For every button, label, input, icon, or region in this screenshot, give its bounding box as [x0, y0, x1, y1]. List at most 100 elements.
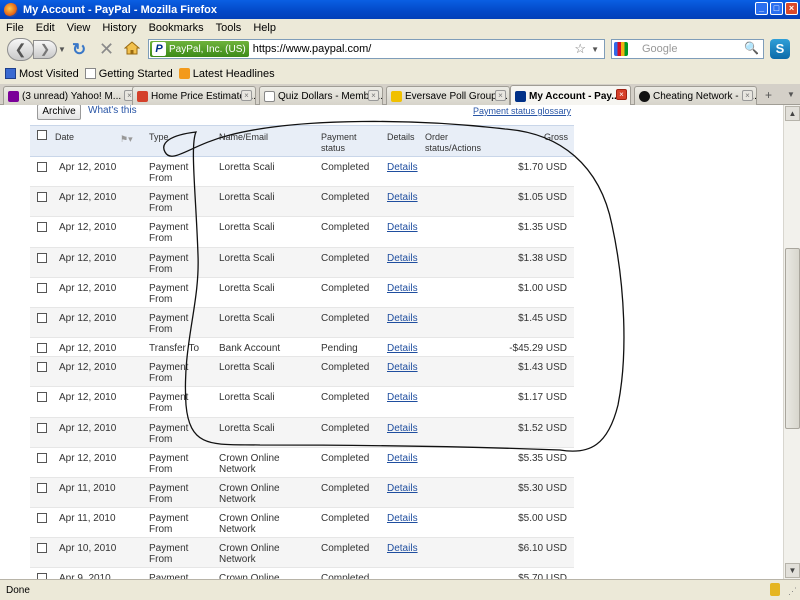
- tab-home-price[interactable]: Home Price Estimate ... ×: [132, 86, 256, 105]
- tab-close-icon[interactable]: ×: [241, 90, 252, 101]
- row-checkbox[interactable]: [37, 543, 47, 554]
- maximize-button[interactable]: □: [770, 2, 783, 15]
- table-row: Apr 12, 2010 Payment From Loretta Scali Comp…: [30, 387, 574, 418]
- cell-name-line2: Network: [219, 493, 256, 505]
- scrollbar-thumb[interactable]: [785, 248, 800, 429]
- back-button[interactable]: ❮: [7, 38, 34, 61]
- flag-icon[interactable]: ⚑▾: [120, 134, 133, 145]
- menu-edit[interactable]: Edit: [36, 22, 55, 34]
- tab-close-icon[interactable]: ×: [368, 90, 379, 101]
- details-link[interactable]: Details: [387, 162, 418, 173]
- menu-history[interactable]: History: [102, 22, 136, 34]
- bookmark-getting-started[interactable]: Getting Started: [84, 68, 173, 80]
- cell-status: Pending: [321, 343, 358, 355]
- row-checkbox[interactable]: [37, 482, 47, 493]
- cell-name-line1: Loretta Scali: [219, 392, 275, 404]
- column-details[interactable]: Details: [387, 132, 415, 143]
- cell-type: Payment From: [149, 362, 188, 384]
- details-link[interactable]: Details: [387, 343, 418, 354]
- tab-close-icon[interactable]: ×: [495, 90, 506, 101]
- details-link[interactable]: Details: [387, 362, 418, 373]
- row-checkbox[interactable]: [37, 392, 47, 403]
- column-gross[interactable]: Gross: [544, 132, 568, 143]
- column-name-email[interactable]: Name/Email: [219, 132, 268, 143]
- tab-close-icon[interactable]: ×: [742, 90, 753, 101]
- row-checkbox[interactable]: [37, 362, 47, 373]
- new-tab-icon[interactable]: +: [765, 88, 772, 102]
- row-checkbox[interactable]: [37, 222, 47, 233]
- table-row: Apr 12, 2010 Payment From Loretta Scali Comp…: [30, 417, 574, 448]
- payment-status-glossary-link[interactable]: Payment status glossary: [473, 106, 571, 116]
- details-link[interactable]: Details: [387, 543, 418, 554]
- site-identity-label: PayPal, Inc. (US): [169, 43, 246, 55]
- details-link[interactable]: Details: [387, 253, 418, 264]
- column-date[interactable]: Date: [55, 132, 74, 143]
- scroll-down-arrow-icon[interactable]: ▼: [785, 563, 800, 578]
- home-icon[interactable]: [124, 41, 140, 55]
- menu-bookmarks[interactable]: Bookmarks: [149, 22, 204, 34]
- row-checkbox[interactable]: [37, 282, 47, 293]
- tab-list-dropdown-icon[interactable]: ▼: [787, 90, 795, 99]
- select-all-checkbox[interactable]: [37, 130, 47, 140]
- address-bar[interactable]: P PayPal, Inc. (US) https://www.paypal.c…: [148, 39, 605, 59]
- stop-icon[interactable]: ✕: [99, 39, 114, 60]
- cell-type-line2: From: [149, 524, 173, 536]
- padlock-icon[interactable]: [770, 583, 780, 596]
- vertical-scrollbar[interactable]: ▲ ▼: [783, 105, 800, 579]
- forward-button[interactable]: ❯: [33, 40, 57, 59]
- details-link[interactable]: Details: [387, 283, 418, 294]
- bookmark-latest-headlines[interactable]: Latest Headlines: [178, 68, 275, 80]
- row-checkbox[interactable]: [37, 192, 47, 203]
- row-checkbox[interactable]: [37, 252, 47, 263]
- details-link[interactable]: Details: [387, 392, 418, 403]
- details-link[interactable]: Details: [387, 313, 418, 324]
- google-engine-icon[interactable]: [614, 42, 628, 56]
- bookmark-star-icon[interactable]: ☆: [574, 41, 586, 57]
- menu-file[interactable]: File: [6, 22, 24, 34]
- details-link[interactable]: Details: [387, 423, 418, 434]
- tab-close-icon[interactable]: ×: [616, 89, 627, 100]
- site-favicon-icon: [639, 90, 650, 102]
- row-checkbox[interactable]: [37, 422, 47, 433]
- tab-eversave[interactable]: Eversave Poll Group ... ×: [386, 86, 510, 105]
- row-checkbox[interactable]: [37, 513, 47, 524]
- column-type[interactable]: Type: [149, 132, 169, 143]
- close-window-button[interactable]: ×: [785, 2, 798, 15]
- site-identity-button[interactable]: P PayPal, Inc. (US): [150, 41, 249, 57]
- column-payment-status[interactable]: Payment status: [321, 132, 357, 154]
- details-link[interactable]: Details: [387, 513, 418, 524]
- details-link[interactable]: Details: [387, 192, 418, 203]
- minimize-button[interactable]: _: [755, 2, 768, 15]
- paypal-favicon-icon: P: [152, 42, 166, 56]
- addon-s-icon[interactable]: S: [770, 39, 790, 59]
- archive-button[interactable]: Archive: [37, 105, 81, 120]
- menu-help[interactable]: Help: [253, 22, 276, 34]
- menu-view[interactable]: View: [67, 22, 91, 34]
- search-icon[interactable]: 🔍: [744, 41, 759, 55]
- resize-grip-icon[interactable]: ⋰: [788, 586, 797, 597]
- row-checkbox[interactable]: [37, 452, 47, 463]
- menu-tools[interactable]: Tools: [216, 22, 242, 34]
- url-text[interactable]: https://www.paypal.com/: [253, 43, 372, 55]
- row-checkbox[interactable]: [37, 162, 47, 172]
- column-order-status[interactable]: Order status/Actions: [425, 132, 481, 154]
- tab-my-account-paypal[interactable]: My Account - Pay... ×: [510, 85, 631, 106]
- yahoo-favicon-icon: [8, 90, 19, 102]
- tab-quiz-dollars[interactable]: Quiz Dollars - Membe... ×: [259, 86, 383, 105]
- cell-gross: $1.52 USD: [518, 422, 567, 434]
- url-dropdown-icon[interactable]: ▼: [591, 45, 599, 54]
- tab-cheating-network[interactable]: Cheating Network - R... ×: [634, 86, 757, 105]
- bookmark-most-visited[interactable]: Most Visited: [5, 68, 79, 80]
- details-link[interactable]: Details: [387, 483, 418, 494]
- details-link[interactable]: Details: [387, 453, 418, 464]
- search-box[interactable]: Google 🔍: [611, 39, 764, 59]
- tab-yahoo-mail[interactable]: (3 unread) Yahoo! M... ×: [3, 86, 139, 105]
- row-checkbox[interactable]: [37, 312, 47, 323]
- row-checkbox[interactable]: [37, 343, 47, 354]
- cell-gross: -$45.29 USD: [509, 343, 567, 355]
- whats-this-link[interactable]: What's this: [88, 105, 137, 116]
- details-link[interactable]: Details: [387, 222, 418, 233]
- scroll-up-arrow-icon[interactable]: ▲: [785, 106, 800, 121]
- history-dropdown-icon[interactable]: ▼: [58, 45, 66, 54]
- reload-icon[interactable]: ↻: [72, 40, 86, 60]
